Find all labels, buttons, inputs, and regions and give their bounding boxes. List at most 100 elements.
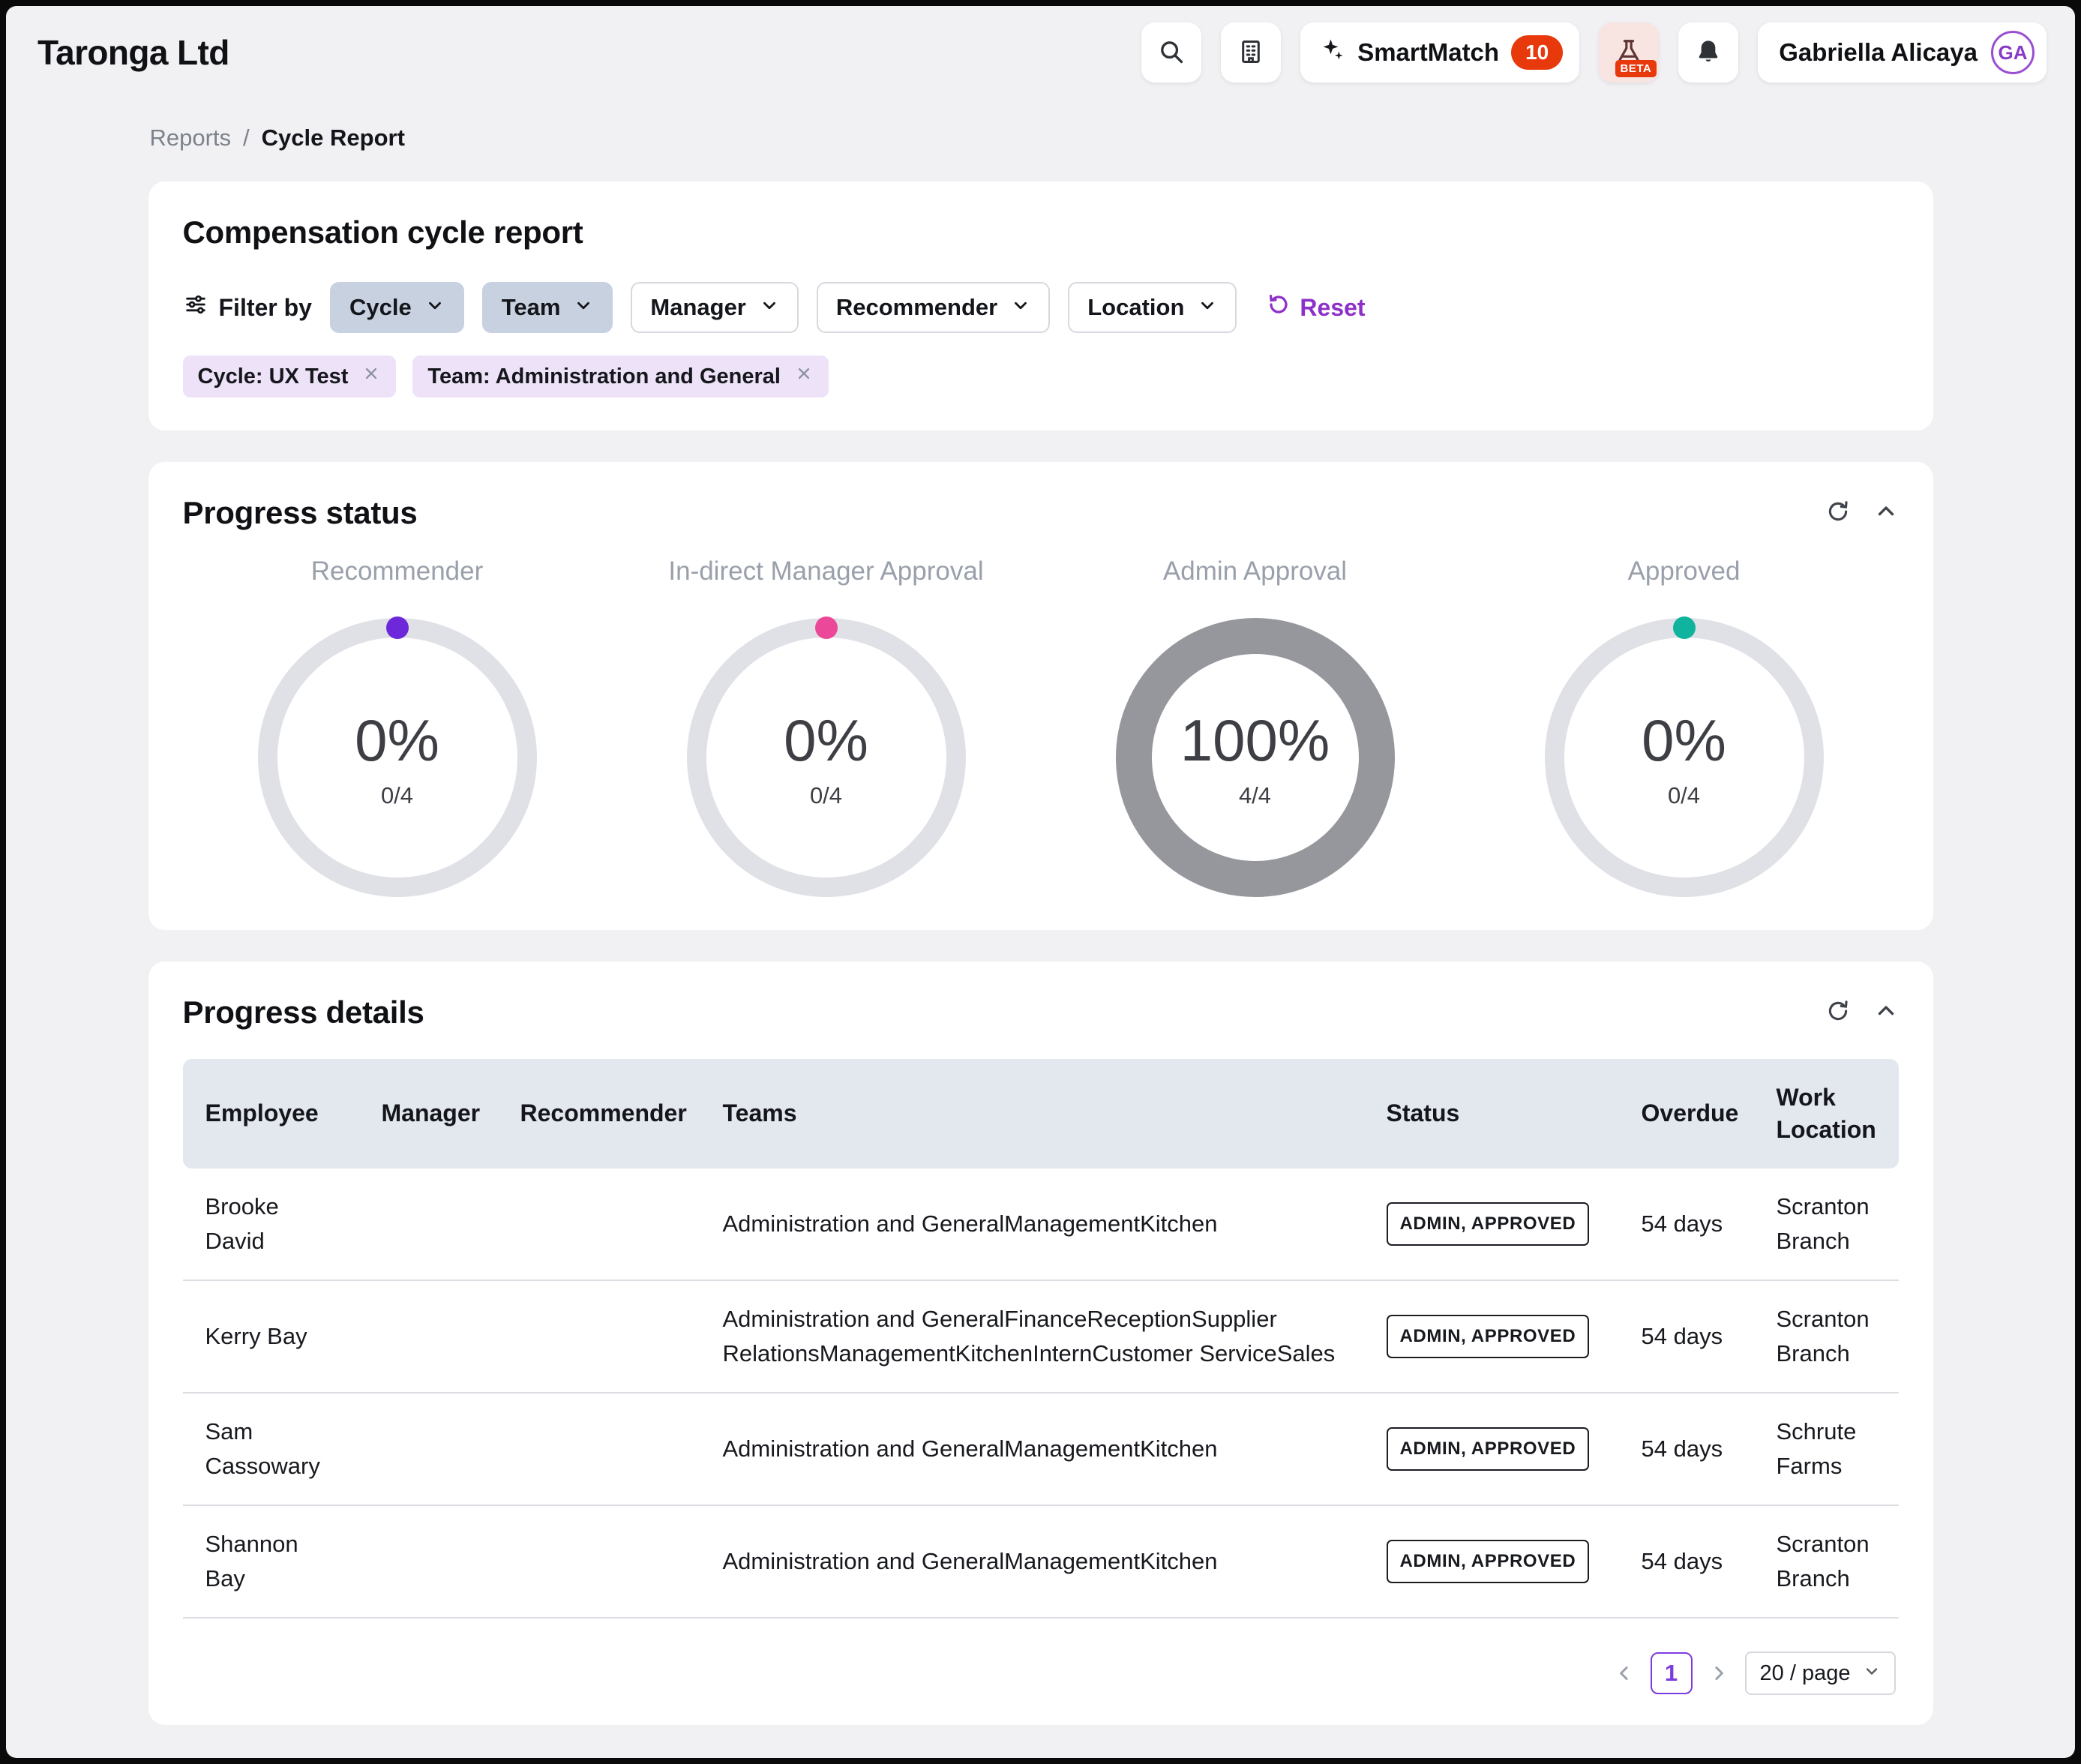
cell-employee: Sam Cassowary [183, 1395, 359, 1504]
company-directory-button[interactable] [1221, 22, 1281, 82]
cell-manager [359, 1204, 498, 1244]
filter-location-dropdown[interactable]: Location [1068, 282, 1237, 333]
filter-recommender-dropdown[interactable]: Recommender [817, 282, 1050, 333]
cell-recommender [498, 1317, 700, 1356]
chevron-left-icon[interactable] [1613, 1662, 1636, 1684]
app-page: Taronga Ltd SmartMatch 10 [6, 6, 2075, 1758]
cell-recommender [498, 1204, 700, 1244]
filter-manager-label: Manager [650, 294, 745, 321]
cell-overdue: 54 days [1619, 1412, 1754, 1486]
breadcrumb-reports[interactable]: Reports [150, 124, 232, 152]
donut-approved: Approved 0% 0/4 [1470, 556, 1899, 897]
table-row: Brooke David Administration and GeneralM… [183, 1168, 1899, 1281]
status-badge: ADMIN, APPROVED [1387, 1427, 1590, 1471]
building-icon [1237, 38, 1265, 68]
cell-teams: Administration and GeneralManagementKitc… [700, 1412, 1364, 1486]
chevron-down-icon [1863, 1661, 1881, 1686]
table-row: Kerry Bay Administration and GeneralFina… [183, 1281, 1899, 1394]
chip-label: Team: Administration and General [427, 364, 781, 389]
refresh-icon[interactable] [1825, 998, 1851, 1028]
filter-icon [183, 292, 208, 323]
filter-row: Filter by Cycle Team Manager Recommender [183, 282, 1899, 333]
filter-team-label: Team [502, 294, 561, 321]
cell-overdue: 54 days [1619, 1300, 1754, 1374]
main-content: Reports / Cycle Report Compensation cycl… [148, 124, 1933, 1725]
progress-details-card: Progress details Employee Manager Recomm… [148, 962, 1933, 1725]
cell-recommender [498, 1430, 700, 1468]
cell-manager [359, 1430, 498, 1468]
progress-details-header: Progress details [183, 994, 1899, 1030]
refresh-icon[interactable] [1825, 499, 1851, 528]
user-menu-button[interactable]: Gabriella Alicaya GA [1758, 22, 2047, 82]
table-row: Sam Cassowary Administration and General… [183, 1394, 1899, 1506]
page-size-select[interactable]: 20 / page [1745, 1652, 1896, 1695]
page-number-button[interactable]: 1 [1651, 1652, 1693, 1694]
donut-ring: 0% 0/4 [258, 618, 537, 897]
filter-recommender-label: Recommender [836, 294, 997, 321]
chevron-up-icon[interactable] [1873, 499, 1899, 528]
cell-overdue: 54 days [1619, 1525, 1754, 1599]
chevron-up-icon[interactable] [1873, 998, 1899, 1028]
close-icon[interactable] [794, 364, 814, 389]
column-header-work-location: Work Location [1754, 1060, 1899, 1167]
filter-team-dropdown[interactable]: Team [482, 282, 613, 333]
smartmatch-badge: 10 [1511, 35, 1563, 70]
cell-work-location: Scranton Branch [1754, 1170, 1899, 1279]
filter-cycle-dropdown[interactable]: Cycle [330, 282, 464, 333]
chevron-down-icon [1011, 294, 1030, 321]
cell-status: ADMIN, APPROVED [1364, 1183, 1619, 1265]
search-button[interactable] [1141, 22, 1201, 82]
progress-details-title: Progress details [183, 994, 424, 1030]
column-header-teams: Teams [700, 1076, 1364, 1150]
company-name: Taronga Ltd [37, 32, 229, 73]
reset-label: Reset [1300, 294, 1365, 322]
cell-manager [359, 1542, 498, 1581]
cell-status: ADMIN, APPROVED [1364, 1520, 1619, 1603]
bell-icon [1694, 38, 1723, 68]
cell-recommender [498, 1542, 700, 1581]
breadcrumb-separator: / [243, 124, 250, 152]
donut-percent: 0% [1642, 706, 1726, 775]
donut-chart-row: Recommender 0% 0/4 In-direct Manager App… [183, 556, 1899, 897]
donut-label: In-direct Manager Approval [668, 556, 983, 586]
donut-label: Recommender [311, 556, 484, 586]
card-actions [1825, 998, 1899, 1028]
reset-icon [1267, 292, 1291, 322]
close-icon[interactable] [361, 364, 381, 389]
donut-fraction: 0/4 [381, 782, 413, 809]
cell-employee: Kerry Bay [183, 1300, 359, 1374]
column-header-manager: Manager [359, 1076, 498, 1150]
chevron-down-icon [574, 294, 593, 321]
beta-badge: BETA [1615, 60, 1657, 77]
avatar: GA [1991, 31, 2035, 74]
progress-dot [386, 616, 409, 639]
notifications-button[interactable] [1678, 22, 1738, 82]
cell-status: ADMIN, APPROVED [1364, 1295, 1619, 1378]
filter-by-label: Filter by [219, 294, 312, 322]
status-badge: ADMIN, APPROVED [1387, 1315, 1590, 1358]
card-actions [1825, 499, 1899, 528]
reset-filters-button[interactable]: Reset [1267, 292, 1365, 322]
chevron-right-icon[interactable] [1708, 1662, 1730, 1684]
progress-status-header: Progress status [183, 495, 1899, 531]
cell-overdue: 54 days [1619, 1187, 1754, 1262]
page-size-value: 20 / page [1760, 1661, 1851, 1686]
filters-card: Compensation cycle report Filter by Cycl… [148, 182, 1933, 430]
donut-indirect-manager-approval: In-direct Manager Approval 0% 0/4 [612, 556, 1041, 897]
cell-employee: Brooke David [183, 1170, 359, 1279]
table-header-row: Employee Manager Recommender Teams Statu… [183, 1059, 1899, 1168]
filter-manager-dropdown[interactable]: Manager [631, 282, 798, 333]
page-title: Compensation cycle report [183, 214, 1899, 250]
smartmatch-button[interactable]: SmartMatch 10 [1300, 22, 1579, 82]
column-header-status: Status [1364, 1076, 1619, 1150]
cell-teams: Administration and GeneralManagementKitc… [700, 1187, 1364, 1262]
labs-button[interactable]: BETA [1599, 22, 1659, 82]
donut-label: Admin Approval [1163, 556, 1347, 586]
cell-status: ADMIN, APPROVED [1364, 1408, 1619, 1490]
status-badge: ADMIN, APPROVED [1387, 1540, 1590, 1583]
donut-label: Approved [1628, 556, 1741, 586]
cell-teams: Administration and GeneralFinanceRecepti… [700, 1282, 1364, 1391]
chip-label: Cycle: UX Test [198, 364, 349, 389]
donut-percent: 100% [1180, 706, 1330, 775]
progress-dot [1673, 616, 1696, 639]
